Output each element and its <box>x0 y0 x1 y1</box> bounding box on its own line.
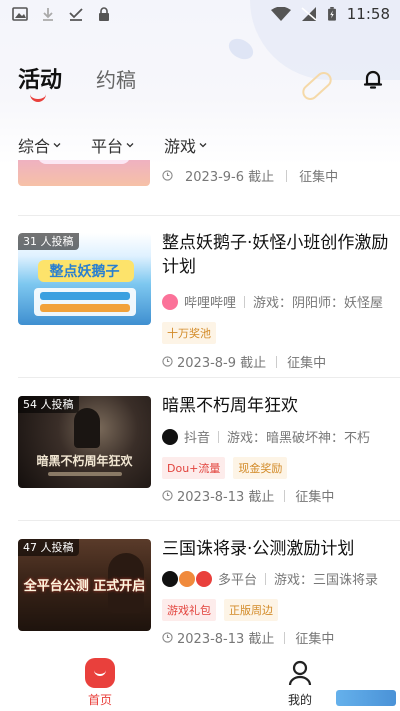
bell-icon[interactable] <box>362 68 384 90</box>
activity-title: 整点妖鹅子·妖怪小班创作激励计划 <box>162 233 389 277</box>
list-item[interactable]: 暗黑不朽周年狂欢 54 人投稿 暗黑不朽周年狂欢 抖音 游戏：暗黑破坏神：不朽 … <box>18 396 400 531</box>
nav-home[interactable]: 首页 <box>0 652 200 711</box>
platform-row: 哔哩哔哩 游戏：阴阳师：妖怪屋 <box>162 292 398 311</box>
divider <box>18 215 400 216</box>
tag-list: Dou+流量 现金奖励 <box>162 457 288 479</box>
list-item[interactable]: 整点妖鹅子 31 人投稿 整点妖鹅子·妖怪小班创作激励计划 哔哩哔哩 游戏：阴阳… <box>18 233 400 371</box>
tag: 游戏礼包 <box>162 599 216 621</box>
tag: Dou+流量 <box>162 457 226 479</box>
submission-count-badge: 54 人投稿 <box>18 396 79 413</box>
deadline-row: 2023-8-9 截止 征集中 <box>162 352 326 371</box>
clock-icon <box>162 490 173 501</box>
chevron-down-icon <box>53 143 61 148</box>
video-play-icon <box>196 570 212 587</box>
gallery-icon <box>12 7 28 21</box>
chevron-down-icon <box>126 143 134 148</box>
divider <box>18 520 400 521</box>
tag-list: 十万奖池 <box>162 322 216 344</box>
activity-title: 三国诛将录·公测激励计划 <box>162 539 355 559</box>
activity-thumbnail: 暗黑不朽周年狂欢 54 人投稿 <box>18 396 151 488</box>
filter-game[interactable]: 游戏 <box>164 133 207 157</box>
filter-platform[interactable]: 平台 <box>91 133 134 157</box>
douyin-icon <box>162 570 178 587</box>
chevron-down-icon <box>199 143 207 148</box>
deadline-row: 2023-8-13 截止 征集中 <box>162 628 334 647</box>
tab-activities[interactable]: 活动 <box>18 62 62 102</box>
activity-title: 暗黑不朽周年狂欢 <box>162 396 298 416</box>
wifi-icon <box>270 7 291 21</box>
status-bar: 11:58 <box>0 0 400 28</box>
battery-icon <box>327 7 336 21</box>
platform-row: 多平台 游戏：三国诛将录 <box>162 569 398 588</box>
download-icon <box>43 8 53 21</box>
filter-bar: 综合 平台 游戏 <box>18 133 207 157</box>
submission-count-badge: 31 人投稿 <box>18 233 79 250</box>
tag: 十万奖池 <box>162 322 216 344</box>
activity-thumbnail <box>18 160 150 186</box>
home-icon <box>85 658 115 688</box>
top-tabs: 活动 约稿 <box>18 62 136 102</box>
lock-icon <box>99 7 109 21</box>
platform-row: 抖音 游戏：暗黑破坏神：不朽 <box>162 427 398 446</box>
check-icon <box>69 8 83 21</box>
deadline-row: 2023-8-13 截止 征集中 <box>162 486 334 505</box>
watermark-logo <box>336 690 396 706</box>
clock-icon <box>162 632 173 643</box>
tag-list: 游戏礼包 正版周边 <box>162 599 278 621</box>
profile-icon <box>288 660 312 686</box>
weibo-icon <box>179 570 195 587</box>
activity-thumbnail: 全平台公测 正式开启 47 人投稿 <box>18 539 151 631</box>
divider <box>18 377 400 378</box>
clock-icon <box>162 356 173 367</box>
no-sim-icon <box>301 7 317 21</box>
douyin-icon <box>162 428 178 445</box>
activity-list: 2023-9-6 截止 征集中 整点妖鹅子 31 人投稿 整点妖鹅子·妖怪小班创… <box>0 160 400 652</box>
activity-thumbnail: 整点妖鹅子 31 人投稿 <box>18 233 151 325</box>
filter-comprehensive[interactable]: 综合 <box>18 133 61 157</box>
tag: 现金奖励 <box>233 457 288 479</box>
list-item[interactable]: 全平台公测 正式开启 47 人投稿 三国诛将录·公测激励计划 多平台 游戏：三国… <box>18 539 400 652</box>
tab-commissions[interactable]: 约稿 <box>96 64 136 94</box>
status-time: 11:58 <box>346 5 390 23</box>
tag: 正版周边 <box>224 599 278 621</box>
deadline-row: 2023-9-6 截止 征集中 <box>162 166 338 185</box>
clock-icon <box>162 170 173 181</box>
submission-count-badge: 47 人投稿 <box>18 539 79 556</box>
bilibili-icon <box>162 293 178 310</box>
